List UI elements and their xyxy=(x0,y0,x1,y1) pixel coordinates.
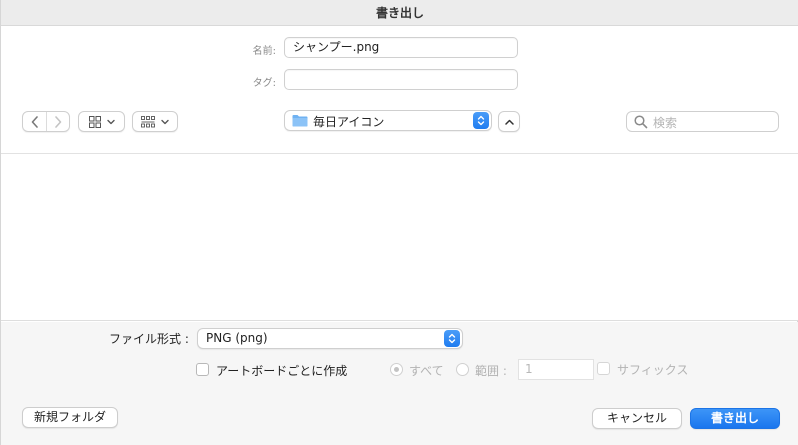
search-field[interactable]: 検索 xyxy=(626,111,779,132)
format-label: ファイル形式 : xyxy=(109,332,189,346)
all-label: すべて xyxy=(409,364,444,378)
grid-icon xyxy=(88,115,101,128)
updown-icon xyxy=(448,333,456,344)
range-field[interactable]: 1 xyxy=(518,359,594,380)
tags-field[interactable] xyxy=(284,69,518,90)
search-placeholder: 検索 xyxy=(653,116,678,130)
group-view-button[interactable] xyxy=(132,111,178,132)
file-browser-area[interactable] xyxy=(1,154,798,321)
range-radio[interactable] xyxy=(456,363,469,376)
name-label: 名前: xyxy=(252,46,276,57)
range-label: 範囲 : xyxy=(475,364,507,378)
chevron-up-icon xyxy=(504,119,514,125)
history-nav xyxy=(22,111,70,132)
export-button[interactable]: 書き出し xyxy=(690,408,780,429)
per-artboard-label: アートボードごとに作成 xyxy=(216,364,348,378)
chevron-down-icon xyxy=(161,119,169,124)
name-field[interactable]: シャンプー.png xyxy=(284,37,518,58)
view-mode-button[interactable] xyxy=(78,111,125,132)
tags-label: タグ: xyxy=(252,78,276,89)
location-label: 毎日アイコン xyxy=(313,115,385,129)
chevron-down-icon xyxy=(106,119,115,124)
all-radio[interactable] xyxy=(390,363,403,376)
forward-button[interactable] xyxy=(46,112,69,131)
format-stepper xyxy=(444,330,460,347)
cancel-button[interactable]: キャンセル xyxy=(592,408,682,429)
group-grid-icon xyxy=(141,115,155,127)
window-title: 書き出し xyxy=(1,0,798,26)
format-popup[interactable]: PNG (png) xyxy=(197,328,463,349)
suffix-checkbox[interactable] xyxy=(597,362,610,375)
new-folder-button[interactable]: 新規フォルダ xyxy=(22,407,118,428)
chevron-left-icon xyxy=(31,115,38,128)
search-icon xyxy=(634,115,648,129)
suffix-label: サフィックス xyxy=(617,363,689,377)
back-button[interactable] xyxy=(23,112,46,131)
save-form: 名前: シャンプー.png タグ: 毎日アイコン 検索 xyxy=(1,26,798,154)
per-artboard-checkbox[interactable] xyxy=(196,363,209,376)
folder-icon xyxy=(292,115,308,127)
options-panel: ファイル形式 : PNG (png) アートボードごとに作成 すべて 範囲 : … xyxy=(1,322,798,445)
updown-icon xyxy=(477,115,485,126)
chevron-right-icon xyxy=(55,115,62,128)
location-popup[interactable]: 毎日アイコン xyxy=(284,110,492,131)
export-dialog: 書き出し 名前: シャンプー.png タグ: 毎日アイコン 検索 ファイル形式 … xyxy=(0,0,798,445)
format-value: PNG (png) xyxy=(206,331,268,345)
location-stepper xyxy=(473,112,489,129)
expand-collapse-button[interactable] xyxy=(498,111,520,132)
